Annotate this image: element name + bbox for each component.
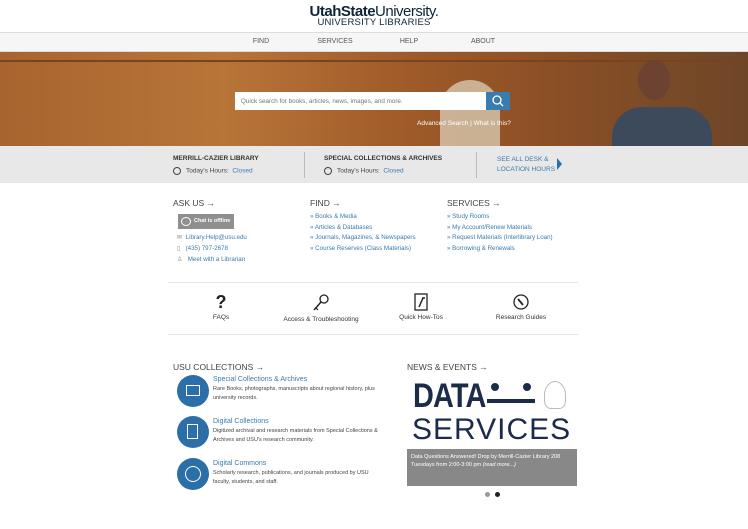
quick-how-tos-link[interactable]: Quick How-Tos bbox=[399, 314, 443, 321]
find-link[interactable]: » Course Reserves (Class Materials) bbox=[310, 245, 411, 252]
people-at-table-icon bbox=[487, 383, 537, 411]
nav-help[interactable]: HELP bbox=[400, 38, 418, 45]
phone-link[interactable]: ▯ (435) 797-2678 bbox=[177, 245, 228, 252]
see-all-line2: LOCATION HOURS bbox=[497, 166, 556, 173]
faqs-link[interactable]: FAQs bbox=[213, 314, 229, 321]
hours-label: Today's Hours: bbox=[337, 167, 380, 175]
find-heading[interactable]: FIND → bbox=[310, 198, 341, 208]
question-mark-icon[interactable]: ? bbox=[216, 292, 227, 313]
search-links: Advanced Search | What is this? bbox=[417, 120, 511, 127]
library-name: SPECIAL COLLECTIONS & ARCHIVES bbox=[324, 155, 443, 162]
advanced-search-link[interactable]: Advanced Search bbox=[417, 120, 468, 127]
divider bbox=[168, 282, 578, 283]
email-text: Library.Help@usu.edu bbox=[185, 234, 247, 241]
search-input[interactable] bbox=[235, 92, 486, 110]
access-troubleshooting-link[interactable]: Access & Troubleshooting bbox=[283, 316, 358, 323]
phone-icon: ▯ bbox=[177, 245, 181, 252]
chat-label: Chat is offline bbox=[194, 218, 231, 224]
nav-services[interactable]: SERVICES bbox=[317, 38, 352, 45]
clock-icon bbox=[173, 167, 181, 175]
chat-offline-button[interactable]: Chat is offline bbox=[178, 214, 234, 229]
ask-us-heading[interactable]: ASK US → bbox=[173, 198, 215, 208]
services-link[interactable]: » Study Rooms bbox=[447, 213, 489, 220]
divider bbox=[304, 152, 305, 178]
what-is-this-link[interactable]: What is this? bbox=[474, 120, 511, 127]
collection-desc: Scholarly research, publications, and jo… bbox=[213, 470, 369, 485]
lightbulb-icon bbox=[544, 381, 566, 409]
main-nav: FIND SERVICES HELP ABOUT bbox=[0, 32, 748, 52]
collection-title[interactable]: Special Collections & Archives bbox=[213, 376, 307, 383]
research-guides-link[interactable]: Research Guides bbox=[496, 314, 546, 321]
see-all-line1: SEE ALL DESK & bbox=[497, 156, 549, 163]
data-word: DATA bbox=[413, 377, 486, 415]
archive-box-icon[interactable] bbox=[177, 375, 209, 407]
globe-icon[interactable] bbox=[177, 458, 209, 490]
find-link[interactable]: » Books & Media bbox=[310, 213, 357, 220]
key-icon[interactable] bbox=[312, 293, 330, 313]
person-icon: ♙ bbox=[177, 256, 183, 263]
hours-bar bbox=[0, 146, 748, 183]
site-header: UtahStateUniversity. UNIVERSITY LIBRARIE… bbox=[0, 0, 748, 32]
divider bbox=[476, 152, 477, 178]
search-button[interactable] bbox=[486, 92, 510, 110]
see-all-hours-link[interactable]: SEE ALL DESK & LOCATION HOURS bbox=[497, 155, 555, 175]
read-more-link[interactable]: (read more...) bbox=[483, 462, 516, 468]
carousel-dot[interactable] bbox=[485, 492, 490, 497]
hours-status: Closed bbox=[232, 167, 253, 175]
hero-person-2 bbox=[612, 107, 712, 146]
news-caption[interactable]: Data Questions Answered! Drop by Merrill… bbox=[407, 449, 577, 486]
email-icon: ✉ bbox=[177, 234, 183, 241]
collection-title[interactable]: Digital Commons bbox=[213, 460, 266, 467]
compass-icon[interactable] bbox=[512, 293, 530, 311]
services-word: SERVICES bbox=[412, 413, 572, 446]
nav-find[interactable]: FIND bbox=[253, 38, 269, 45]
divider bbox=[168, 334, 578, 335]
collection-title[interactable]: Digital Collections bbox=[213, 418, 269, 425]
clock-icon bbox=[324, 167, 332, 175]
hero-ledge bbox=[0, 60, 748, 62]
chat-icon bbox=[181, 217, 191, 226]
email-link[interactable]: ✉ Library.Help@usu.edu bbox=[177, 234, 247, 241]
services-link[interactable]: » Borrowing & Renewals bbox=[447, 245, 515, 252]
phone-text: (435) 797-2678 bbox=[185, 245, 228, 252]
document-icon[interactable] bbox=[177, 416, 209, 448]
find-link[interactable]: » Articles & Databases bbox=[310, 224, 372, 231]
chevron-right-icon[interactable] bbox=[557, 158, 562, 170]
news-heading[interactable]: NEWS & EVENTS → bbox=[407, 362, 488, 372]
manual-icon[interactable] bbox=[414, 293, 428, 311]
library-name: MERRILL-CAZIER LIBRARY bbox=[173, 155, 259, 162]
library-hours: Today's Hours: Closed bbox=[324, 167, 404, 175]
services-link[interactable]: » My Account/Renew Materials bbox=[447, 224, 532, 231]
collection-desc: Rare Books, photographs, manuscripts abo… bbox=[213, 386, 375, 401]
carousel-dot-active[interactable] bbox=[495, 492, 500, 497]
services-heading[interactable]: SERVICES → bbox=[447, 198, 501, 208]
find-link[interactable]: » Journals, Magazines, & Newspapers bbox=[310, 234, 416, 241]
search-icon bbox=[492, 95, 504, 107]
library-hours: Today's Hours: Closed bbox=[173, 167, 253, 175]
meet-text: Meet with a Librarian bbox=[187, 256, 246, 263]
hours-status: Closed bbox=[383, 167, 404, 175]
hero-person-2-head bbox=[638, 60, 670, 100]
collection-desc: Digitized archival and research material… bbox=[213, 428, 378, 443]
services-link[interactable]: » Request Materials (Interlibrary Loan) bbox=[447, 234, 553, 241]
meet-librarian-link[interactable]: ♙ Meet with a Librarian bbox=[177, 256, 245, 263]
collections-heading[interactable]: USU COLLECTIONS → bbox=[173, 362, 264, 372]
nav-about[interactable]: ABOUT bbox=[471, 38, 495, 45]
logo-subtitle: UNIVERSITY LIBRARIES bbox=[317, 17, 431, 28]
hours-label: Today's Hours: bbox=[186, 167, 229, 175]
hero-person-1 bbox=[440, 80, 500, 146]
